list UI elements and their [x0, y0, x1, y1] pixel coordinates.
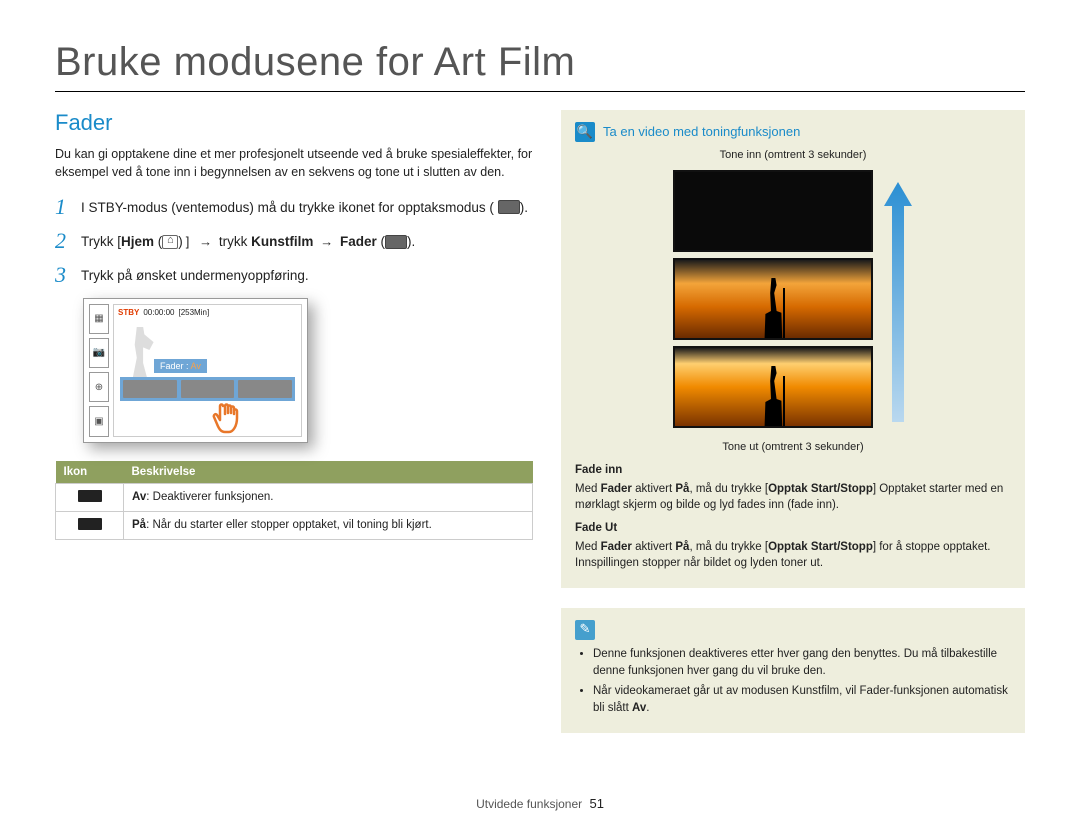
step-2-end: ).: [407, 234, 415, 249]
step-3-text: Trykk på ønsket undermenyoppføring.: [81, 263, 309, 287]
recording-mode-icon: [498, 200, 520, 214]
fader-on-icon: [78, 518, 102, 530]
thumb-dark: [673, 170, 873, 252]
page-number: 51: [589, 796, 603, 811]
fade-in-paragraph: Med Fader aktivert På, må du trykke [Opp…: [575, 481, 1011, 514]
fade-in-heading: Fade inn: [575, 462, 1011, 479]
fade-out-paragraph: Med Fader aktivert På, må du trykke [Opp…: [575, 539, 1011, 572]
step-3: 3 Trykk på ønsket undermenyoppføring.: [55, 263, 533, 287]
note-item-1: Denne funksjonen deaktiveres etter hver …: [593, 646, 1011, 679]
step-2-kunst: Kunstfilm: [251, 234, 313, 249]
lcd-time: 00:00:00: [143, 308, 174, 317]
step-2: 2 Trykk [Hjem ()] → trykk Kunstfilm → Fa…: [55, 229, 533, 253]
fader-icon: [385, 235, 407, 249]
step-2-fader: Fader: [340, 234, 377, 249]
table-head-icon: Ikon: [56, 461, 124, 484]
page-footer: Utvidede funksjoner 51: [0, 796, 1080, 811]
table-row: På: Når du starter eller stopper opptake…: [56, 511, 533, 539]
fade-out-heading: Fade Ut: [575, 520, 1011, 537]
lcd-option-strip: [120, 377, 295, 401]
row1-label: Av: [132, 491, 146, 503]
note-panel: ✎ Denne funksjonen deaktiveres etter hve…: [561, 608, 1025, 733]
lcd-screenshot: ▦ 📷 ⊕ ▣ STBY 00:00:00 [253Min] Fader : A…: [83, 298, 308, 443]
note-item-2: Når videokameraet går ut av modusen Kuns…: [593, 683, 1011, 716]
step-1-text: I STBY-modus (ventemodus) må du trykke i…: [81, 200, 494, 215]
table-row: Av: Deaktiverer funksjonen.: [56, 483, 533, 511]
section-heading-fader: Fader: [55, 110, 533, 136]
step-1: 1 I STBY-modus (ventemodus) må du trykke…: [55, 195, 533, 219]
table-head-desc: Beskrivelse: [124, 461, 533, 484]
row2-label: På: [132, 519, 146, 531]
tone-out-caption: Tone ut (omtrent 3 sekunder): [575, 440, 1011, 456]
touch-hand-icon: [211, 396, 251, 440]
step-1-tail: ).: [520, 200, 528, 215]
lcd-side-zoom-icon: ⊕: [89, 372, 109, 402]
page-title: Bruke modusene for Art Film: [55, 40, 1025, 92]
lcd-side-camera-icon: 📷: [89, 338, 109, 368]
lcd-stby-label: STBY: [118, 308, 139, 317]
arrow-icon: →: [320, 234, 333, 249]
step-2-hjem: Hjem: [121, 234, 154, 249]
intro-paragraph: Du kan gi opptakene dine et mer profesjo…: [55, 146, 533, 181]
thumb-full: [673, 346, 873, 428]
note-icon: ✎: [575, 620, 595, 640]
row2-text: : Når du starter eller stopper opptaket,…: [146, 519, 432, 531]
info-panel-toning: 🔍 Ta en video med toningfunksjonen Tone …: [561, 110, 1025, 588]
step-2-mid: trykk: [219, 234, 251, 249]
panel1-title: Ta en video med toningfunksjonen: [603, 123, 800, 142]
step-number: 1: [55, 195, 81, 219]
footer-section: Utvidede funksjoner: [476, 797, 582, 811]
tone-in-caption: Tone inn (omtrent 3 sekunder): [575, 148, 1011, 164]
step-number: 3: [55, 263, 81, 287]
lcd-duration: [253Min]: [178, 308, 209, 317]
lcd-fader-label: Fader : Av: [154, 359, 207, 373]
home-icon: [162, 235, 178, 249]
fader-off-icon: [78, 490, 102, 502]
step-2-pre: Trykk [: [81, 234, 121, 249]
step-number: 2: [55, 229, 81, 253]
icon-description-table: Ikon Beskrivelse Av: Deaktiverer funksjo…: [55, 461, 533, 540]
thumb-mid: [673, 258, 873, 340]
row1-text: : Deaktiverer funksjonen.: [146, 491, 273, 503]
magnifier-icon: 🔍: [575, 122, 595, 142]
lcd-side-film-icon: ▦: [89, 304, 109, 334]
up-arrow-icon: [883, 170, 913, 434]
lcd-side-play-icon: ▣: [89, 406, 109, 436]
